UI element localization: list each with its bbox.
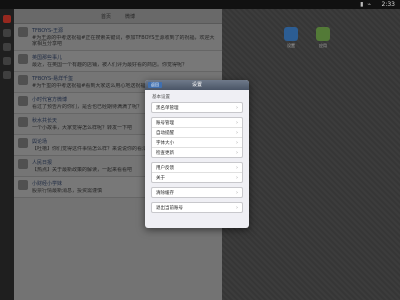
settings-row-label: 退出当前账号 [156,205,183,211]
settings-row[interactable]: 用户反馈 › [152,163,242,173]
chevron-right-icon: › [236,119,238,126]
settings-row-label: 关于 [156,175,165,181]
dialog-header: 返回 设置 [145,80,249,90]
settings-row-label: 用户反馈 [156,165,174,171]
settings-group: 退出当前账号 › [151,202,243,213]
settings-row-label: 清除缓存 [156,190,174,196]
settings-row-label: 检查更新 [156,150,174,156]
settings-group: 账号管理 › 自动提醒 › 字体大小 › 检查更新 › [151,117,243,158]
settings-row-label: 账号管理 [156,120,174,126]
status-time: 2:33 [381,1,395,8]
chevron-right-icon: › [236,189,238,196]
settings-row-label: 字体大小 [156,140,174,146]
chevron-right-icon: › [236,129,238,136]
settings-group: 清除缓存 › [151,187,243,198]
chevron-right-icon: › [236,149,238,156]
back-button[interactable]: 返回 [148,82,162,88]
settings-row[interactable]: 黑名单管理 › [152,103,242,112]
settings-row[interactable]: 清除缓存 › [152,188,242,197]
section-title: 基本设置 [152,95,170,100]
settings-group: 黑名单管理 › [151,102,243,113]
settings-row-label: 黑名单管理 [156,105,179,111]
settings-row[interactable]: 账号管理 › [152,118,242,128]
settings-row[interactable]: 自动提醒 › [152,128,242,138]
settings-group: 用户反馈 › 关于 › [151,162,243,183]
settings-row[interactable]: 字体大小 › [152,138,242,148]
chevron-right-icon: › [236,204,238,211]
chevron-right-icon: › [236,139,238,146]
status-bar: ▮ ⌁ 2:33 [0,0,400,9]
chevron-right-icon: › [236,104,238,111]
settings-row[interactable]: 退出当前账号 › [152,203,242,212]
chevron-right-icon: › [236,164,238,171]
status-icons: ▮ ⌁ [360,1,372,8]
settings-row-label: 自动提醒 [156,130,174,136]
settings-row[interactable]: 检查更新 › [152,148,242,157]
settings-dialog: 返回 设置 基本设置 黑名单管理 › 账号管理 › 自动提醒 › 字体大小 › 检查更新 › 用户反… [145,80,249,228]
chevron-right-icon: › [236,174,238,181]
settings-row[interactable]: 关于 › [152,173,242,182]
